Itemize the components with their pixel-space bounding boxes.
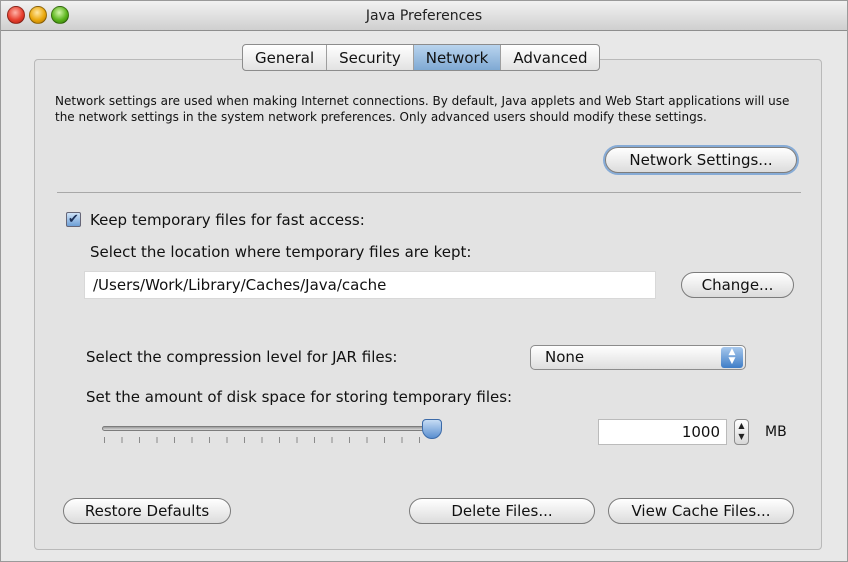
change-button[interactable]: Change... bbox=[681, 272, 794, 298]
title-bar[interactable]: Java Preferences bbox=[1, 1, 847, 31]
compression-level-select[interactable]: None ▲ ▼ bbox=[530, 345, 746, 370]
disk-space-field[interactable]: 1000 bbox=[598, 419, 727, 445]
tab-bar: General Security Network Advanced bbox=[242, 44, 601, 71]
restore-defaults-button[interactable]: Restore Defaults bbox=[63, 498, 231, 524]
keep-temp-files-checkbox[interactable]: ✔ bbox=[66, 212, 81, 227]
disk-space-label: Set the amount of disk space for storing… bbox=[86, 388, 513, 406]
tab-content-panel bbox=[34, 59, 822, 550]
tab-advanced[interactable]: Advanced bbox=[501, 45, 599, 70]
cache-path-field[interactable]: /Users/Work/Library/Caches/Java/cache bbox=[84, 271, 656, 299]
tab-network[interactable]: Network bbox=[413, 45, 502, 70]
java-preferences-window: Java Preferences General Security Networ… bbox=[0, 0, 848, 562]
disk-space-slider-track[interactable] bbox=[102, 426, 432, 431]
compression-label: Select the compression level for JAR fil… bbox=[86, 348, 398, 366]
stepper-icon[interactable]: ▲ ▼ bbox=[734, 419, 749, 445]
delete-files-button[interactable]: Delete Files... bbox=[409, 498, 595, 524]
slider-ticks bbox=[104, 437, 424, 443]
section-divider bbox=[57, 192, 801, 193]
compression-value: None bbox=[545, 348, 585, 366]
view-cache-files-button[interactable]: View Cache Files... bbox=[608, 498, 794, 524]
tab-security[interactable]: Security bbox=[327, 45, 414, 70]
disk-space-slider-thumb[interactable] bbox=[422, 419, 442, 439]
keep-temp-files-label: Keep temporary files for fast access: bbox=[90, 211, 365, 229]
checkmark-icon: ✔ bbox=[68, 212, 79, 227]
tab-general[interactable]: General bbox=[243, 45, 328, 70]
network-settings-button[interactable]: Network Settings... bbox=[605, 147, 797, 173]
up-down-arrows-icon: ▲ ▼ bbox=[721, 347, 743, 368]
disk-unit-label: MB bbox=[765, 424, 787, 440]
location-label: Select the location where temporary file… bbox=[90, 243, 472, 261]
window-title: Java Preferences bbox=[365, 8, 483, 24]
network-description: Network settings are used when making In… bbox=[55, 94, 790, 124]
